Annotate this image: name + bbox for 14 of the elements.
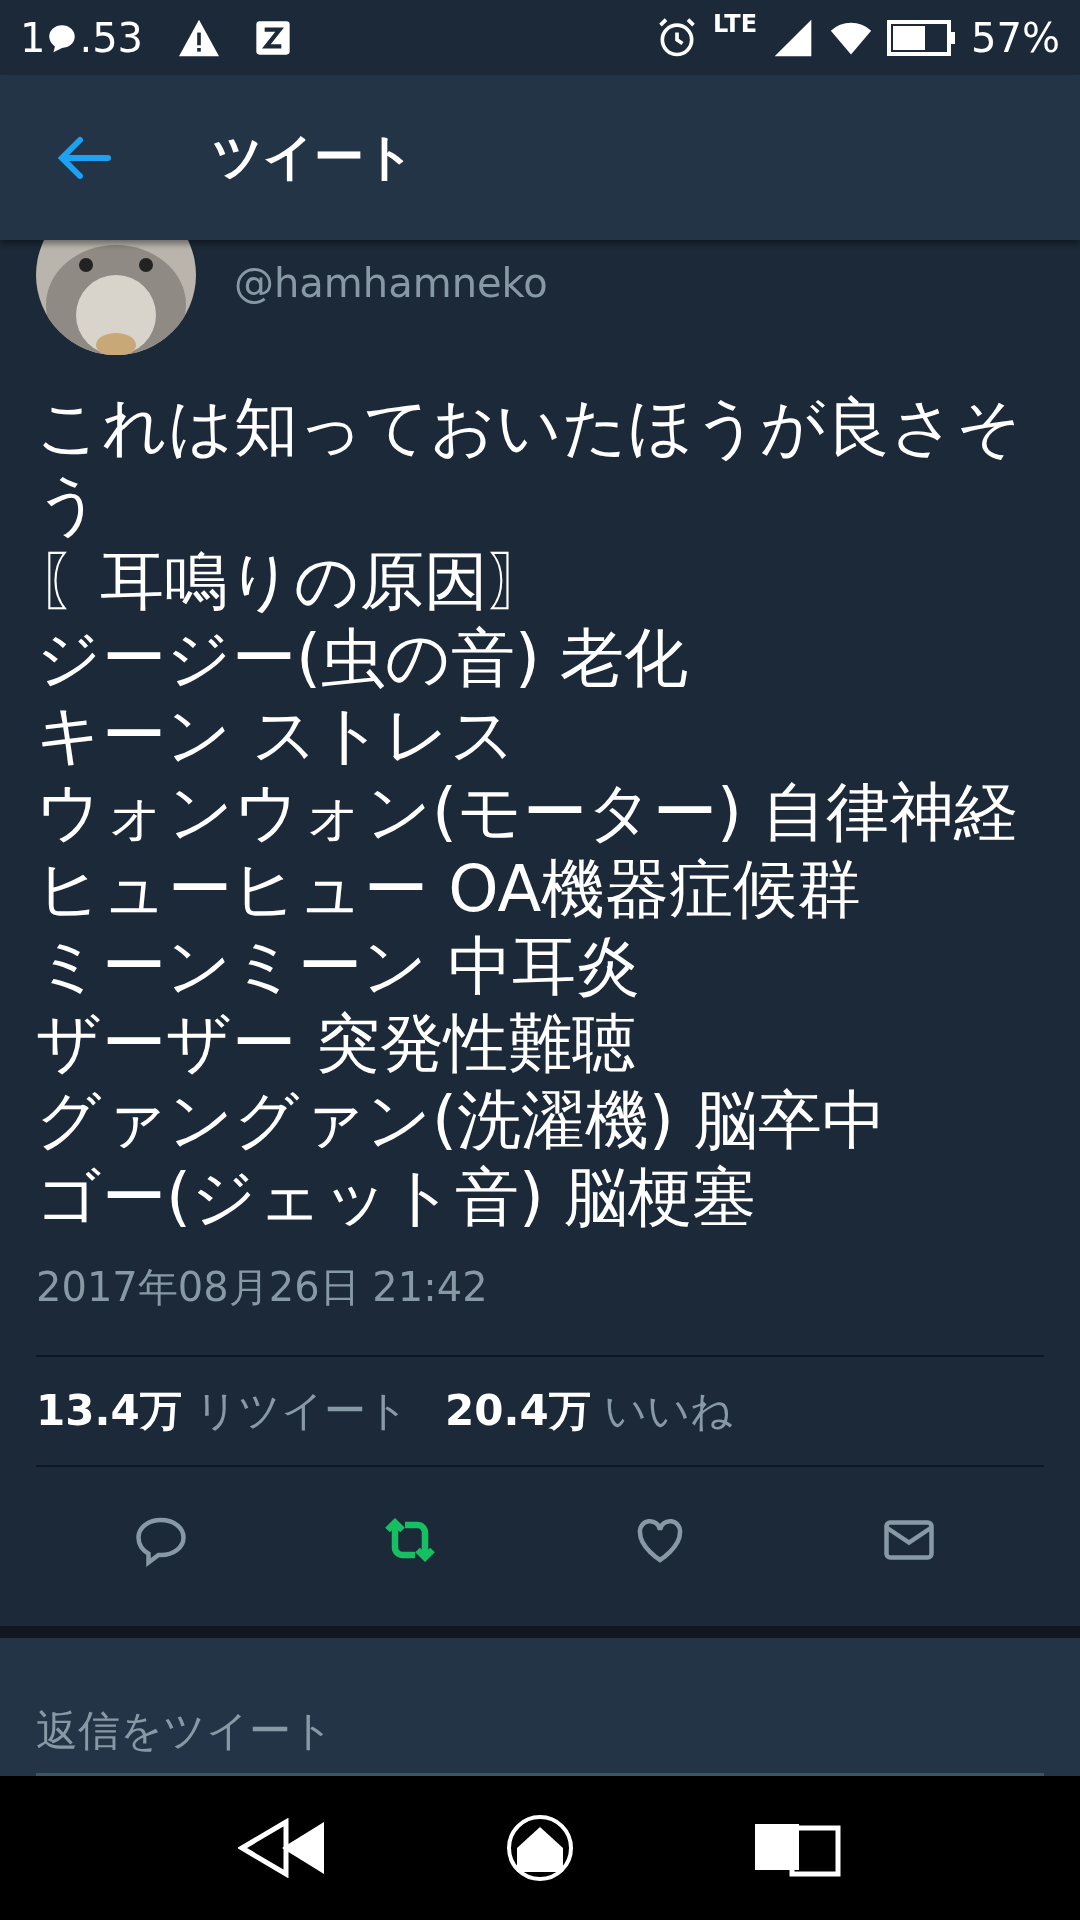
battery-icon (887, 19, 958, 56)
stat-count[interactable]: 20.4万 いいね (445, 1383, 733, 1439)
status-time: 1 (20, 14, 46, 61)
battery-level: 57% (971, 14, 1060, 61)
back-arrow-icon[interactable] (56, 135, 112, 180)
reply-bar[interactable]: 返信をツイート (0, 1626, 1080, 1776)
tweet-timestamp: 2017年08月26日 21:42 (36, 1263, 489, 1312)
screen-title: ツイート (212, 127, 415, 188)
home-icon[interactable] (505, 1813, 575, 1883)
stat-count[interactable]: 13.4万 リツイート (36, 1383, 409, 1439)
network-type: LTE (713, 10, 758, 38)
user-handle[interactable]: @hamhamneko (234, 260, 548, 306)
tweet-text: これは知っておいたほうが良さそう 〖耳鳴りの原因〗 ジージー(虫の音) 老化 キーン ストレス ウォンウォン(モーター) 自律神経 ヒューヒュー OA機器症候群 ミーンミーン 中耳炎 ザーザー 突発性難聴 グァングァン(洗濯機) 脳卒中 ゴー(ジェット音) 脳梗塞 (36, 389, 1023, 1236)
status-time: .53 (79, 14, 144, 61)
